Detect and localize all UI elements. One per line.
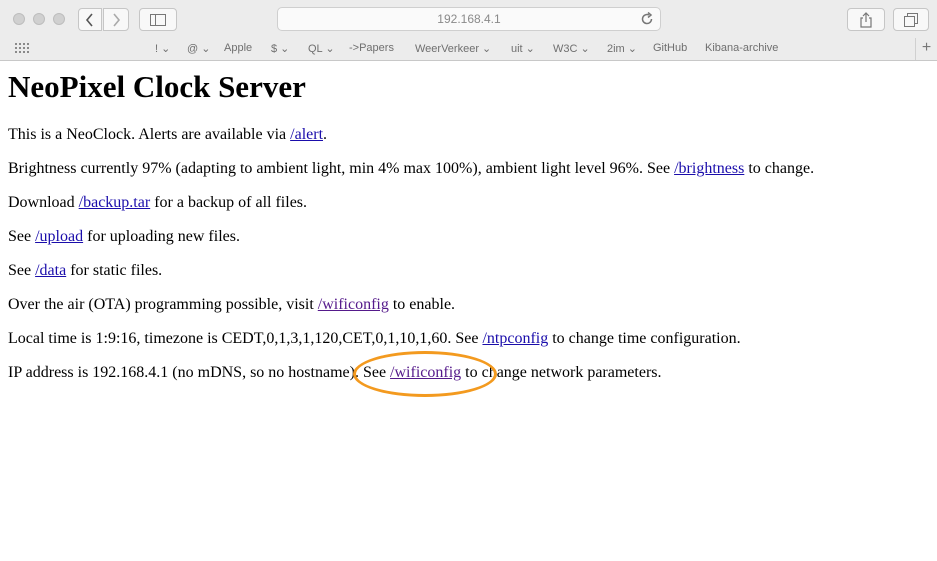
back-button[interactable] [78,8,102,31]
favorite-item[interactable]: ! ⌄ [155,42,170,55]
url-text: 192.168.4.1 [437,12,501,26]
paragraph-alerts: This is a NeoClock. Alerts are available… [8,126,328,143]
brightness-link[interactable]: /brightness [674,160,744,177]
minimize-window-button[interactable] [33,13,45,25]
paragraph-backup: Download /backup.tar for a backup of all… [8,194,308,211]
favorite-item[interactable]: uit ⌄ [511,42,535,55]
ntpconfig-link[interactable]: /ntpconfig [482,330,548,347]
favorite-item[interactable]: $ ⌄ [271,42,289,55]
address-bar[interactable]: 192.168.4.1 [277,7,661,31]
favorite-item[interactable]: @ ⌄ [187,42,210,55]
chevron-right-icon [113,12,121,27]
favorite-item[interactable]: W3C ⌄ [553,42,590,55]
share-icon [860,11,872,28]
sidebar-icon [150,13,166,26]
wificonfig-network-link[interactable]: /wificonfig [390,364,461,381]
tabs-icon [904,12,918,27]
paragraph-time: Local time is 1:9:16, timezone is CEDT,0… [8,330,741,347]
paragraph-data: See /data for static files. [8,262,163,279]
favorite-item[interactable]: 2im ⌄ [607,42,637,55]
close-window-button[interactable] [13,13,25,25]
wificonfig-ota-link[interactable]: /wificonfig [318,296,389,313]
page-title: NeoPixel Clock Server [8,69,306,104]
tabs-overview-button[interactable] [893,8,929,31]
paragraph-ota: Over the air (OTA) programming possible,… [8,296,456,313]
paragraph-brightness: Brightness currently 97% (adapting to am… [8,160,815,177]
alert-link[interactable]: /alert [290,126,323,143]
data-link[interactable]: /data [35,262,66,279]
grid-icon[interactable] [15,43,31,54]
paragraph-ip: IP address is 192.168.4.1 (no mDNS, so n… [8,364,662,381]
favorites-bar: ! ⌄ @ ⌄ Apple $ ⌄ QL ⌄ ->Papers WeerVerk… [0,38,937,60]
chevron-left-icon [85,12,93,27]
favorite-item[interactable]: Apple [224,42,252,54]
favorite-item[interactable]: WeerVerkeer ⌄ [415,42,491,55]
browser-toolbar: 192.168.4.1 ! ⌄ @ ⌄ Apple $ ⌄ QL ⌄ ->Pap… [0,0,937,61]
reload-icon[interactable] [639,11,655,27]
upload-link[interactable]: /upload [35,228,83,245]
favorite-item[interactable]: ->Papers [349,42,394,54]
sidebar-toggle-button[interactable] [139,8,177,31]
favorite-item[interactable]: GitHub [653,42,687,54]
add-favorite-button[interactable]: + [915,38,937,60]
backup-link[interactable]: /backup.tar [79,194,151,211]
zoom-window-button[interactable] [53,13,65,25]
paragraph-upload: See /upload for uploading new files. [8,228,240,245]
share-button[interactable] [847,8,885,31]
favorite-item[interactable]: QL ⌄ [308,42,335,55]
favorite-item[interactable]: Kibana-archive [705,42,778,54]
forward-button[interactable] [103,8,129,31]
